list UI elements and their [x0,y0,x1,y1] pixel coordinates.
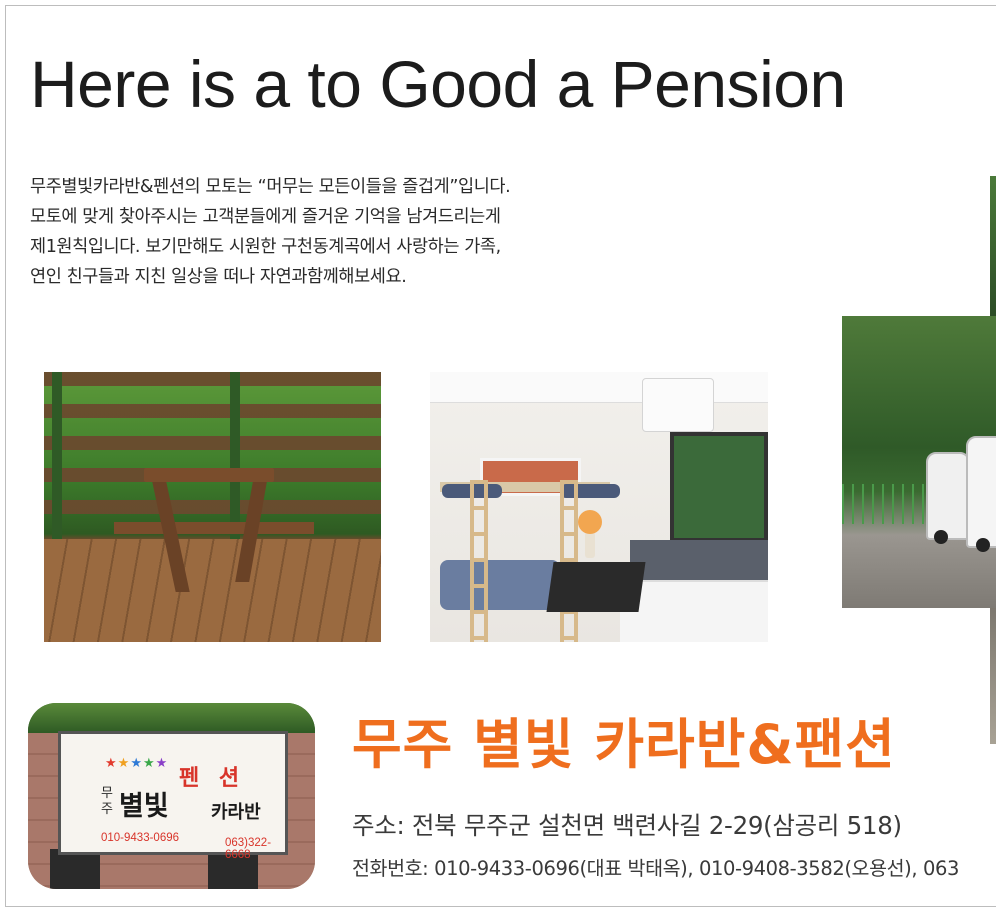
intro-text: 무주별빛카라반&펜션의 모토는 “머무는 모든이들을 즐겁게”입니다. 모토에 … [30,172,570,292]
sign-caravan-text: 카라반 [211,802,261,823]
caravan-interior-photo [430,372,768,642]
sofa-back [630,540,768,580]
caravan [926,452,970,540]
star-icons: ★★★★★ [105,756,169,771]
intro-line: 연인 친구들과 지친 일상을 떠나 자연과함께해보세요. [30,267,407,287]
sign-pension-text: 펜 션 [179,765,246,791]
intro-line: 제1원칙입니다. 보기만해도 시원한 구천동계곡에서 사랑하는 가족, [30,237,501,257]
sign-board: ★★★★★ 펜 션 무주 별빛 카라반 010-9433-0696 063)32… [58,731,288,861]
table [546,562,646,612]
deck-picnic-table-photo [44,372,381,642]
deck-slats [44,372,381,529]
deck-post [230,372,240,540]
brand-name: 무주 별빛 카라반&팬션 [352,713,896,776]
interior-ceiling [430,372,768,403]
pension-sign-photo: ★★★★★ 펜 션 무주 별빛 카라반 010-9433-0696 063)32… [28,703,315,889]
address-text: 주소: 전북 무주군 설천면 백련사길 2-29(삼공리 518) [352,811,902,840]
intro-line: 모토에 맞게 찾아주시는 고객분들에게 즐거운 기억을 남겨드리는게 [30,207,501,227]
bunk-ladder [560,480,578,642]
page-headline: Here is a to Good a Pension [30,47,846,121]
entrance-pillar [50,849,100,889]
picnic-bench [114,522,314,534]
air-conditioner [642,378,714,432]
vase [585,532,595,558]
flower [578,510,602,534]
sign-phone-mobile: 010-9433-0696 [101,832,180,844]
bunk-ladder [470,480,488,642]
sofa-seat [620,580,768,642]
sign-phone-local: 063)322-6668 [225,837,272,861]
caravan-wheel [934,530,948,544]
deck-floor [44,539,381,642]
picnic-table-top [144,468,274,482]
photo-strip [990,608,996,744]
caravan-site-photo [842,316,996,608]
telephone-text: 전화번호: 010-9433-0696(대표 박태옥), 010-9408-35… [352,857,959,880]
deck-post [52,372,62,540]
sign-muju-text: 무주 [101,786,113,817]
sign-roof [28,703,315,733]
sign-byeolbit-text: 별빛 [119,791,169,822]
caravan-wheel [976,538,990,552]
intro-line: 무주별빛카라반&펜션의 모토는 “머무는 모든이들을 즐겁게”입니다. [30,177,511,197]
lower-bed [440,560,560,610]
side-window [670,432,768,542]
caravan [966,436,996,548]
photo-strip [990,176,996,316]
